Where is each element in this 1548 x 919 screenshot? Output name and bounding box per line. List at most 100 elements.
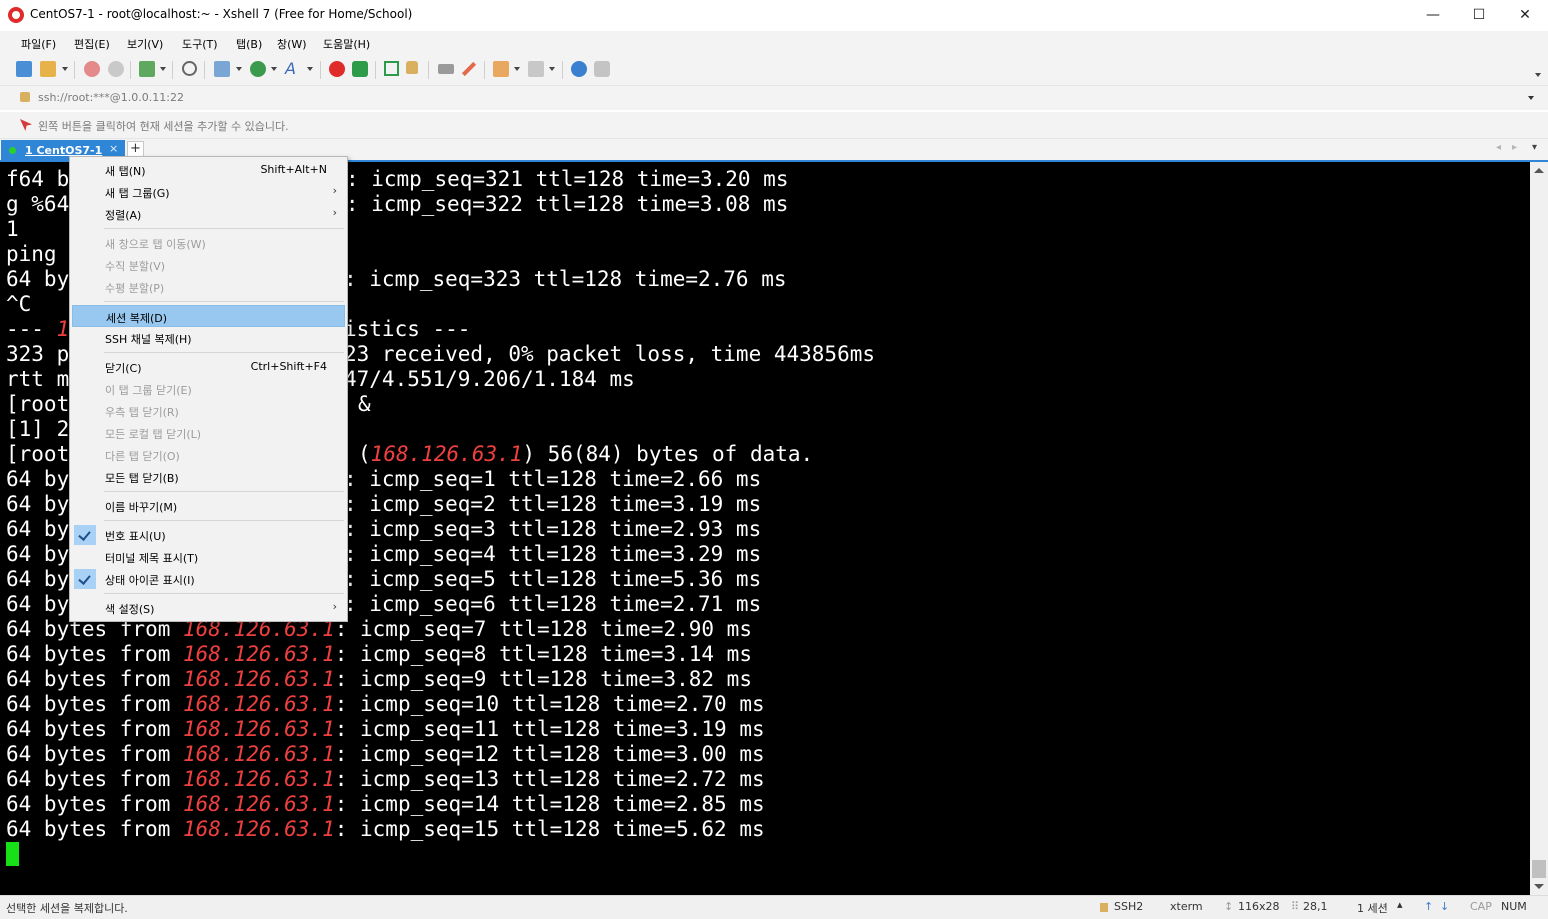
terminal-line-fragment: : icmp_seq=3 ttl=128 time=2.93 ms [344, 517, 761, 542]
properties-icon[interactable] [139, 61, 155, 77]
terminal-line: 64 bytes from 168.126.63.1: icmp_seq=13 … [6, 767, 765, 792]
layout-dropdown-icon[interactable] [236, 67, 242, 71]
disconnect-icon[interactable] [108, 61, 124, 77]
pen-icon[interactable] [461, 61, 477, 77]
find-icon[interactable] [182, 61, 197, 76]
context-menu-item[interactable]: 새 탭(N) Shift+Alt+N [72, 159, 345, 181]
context-menu-item: 수직 분할(V) [72, 254, 345, 276]
terminal-line: 64 by [6, 592, 69, 617]
context-menu-item[interactable]: 새 탭 그룹(G) › [72, 181, 345, 203]
fullscreen-icon[interactable] [384, 61, 399, 76]
font-dropdown-icon[interactable] [307, 67, 313, 71]
terminal-line-fragment: 3.1: icmp_seq=322 ttl=128 time=3.08 ms [308, 192, 788, 217]
keyboard-icon[interactable] [438, 64, 454, 74]
lock-icon[interactable] [406, 61, 418, 74]
sessions-up-icon[interactable]: ▴ [1397, 898, 1403, 911]
xftp-icon[interactable] [352, 61, 368, 77]
minimize-button[interactable]: — [1410, 0, 1456, 31]
context-menu-shortcut: Shift+Alt+N [260, 163, 327, 176]
context-menu-item: 우측 탭 닫기(R) [72, 400, 345, 422]
menu-tab[interactable]: 탭(B) [236, 36, 262, 52]
context-menu-item-label: 모든 탭 닫기(B) [105, 472, 179, 485]
context-menu-item[interactable]: 닫기(C) Ctrl+Shift+F4 [72, 356, 345, 378]
layout-icon[interactable] [214, 61, 230, 77]
new-session-icon[interactable] [16, 61, 32, 77]
menu-view[interactable]: 보기(V) [127, 36, 163, 52]
help-icon[interactable] [571, 61, 587, 77]
terminal-line: 64 by [6, 542, 69, 567]
context-menu-item[interactable]: 세션 복제(D) [72, 305, 345, 327]
context-menu-item-label: 닫기(C) [105, 362, 142, 375]
terminal-text: : icmp_seq=10 ttl=128 time=2.70 ms [334, 692, 765, 716]
toolbar-overflow-icon[interactable] [1535, 73, 1541, 77]
context-menu-item[interactable]: 상태 아이콘 표시(I) [72, 568, 345, 590]
terminal-text: : icmp_seq=322 ttl=128 time=3.08 ms [345, 192, 789, 216]
properties-dropdown-icon[interactable] [160, 67, 166, 71]
session-add-icon[interactable] [20, 119, 32, 131]
tab-scroll-left-icon[interactable]: ◂ [1496, 142, 1501, 153]
terminal-line: 64 by [6, 267, 69, 292]
menu-file[interactable]: 파일(F) [21, 36, 56, 52]
toolbar-separator [130, 61, 131, 79]
connect-icon[interactable] [84, 61, 100, 77]
close-window-button[interactable]: ✕ [1502, 0, 1548, 31]
toolbar-separator [172, 61, 173, 79]
context-menu-shortcut: Ctrl+Shift+F4 [250, 360, 327, 373]
context-menu-item[interactable]: SSH 채널 복제(H) [72, 327, 345, 349]
terminal-ip: 168.126.63.1 [183, 742, 335, 766]
context-menu-item[interactable]: 번호 표시(U) [72, 524, 345, 546]
terminal-line: f64 b [6, 167, 69, 192]
context-menu-item[interactable]: 정렬(A) › [72, 203, 345, 225]
terminal-text: f64 b [6, 167, 70, 191]
cursor-pos-icon: ⠿ [1291, 900, 1300, 913]
context-menu-item[interactable]: 터미널 제목 표시(T) [72, 546, 345, 568]
tab-list-icon[interactable]: ▾ [1532, 142, 1537, 153]
terminal-text: rtt m [6, 367, 70, 391]
title-bar: CentOS7-1 - root@localhost:~ - Xshell 7 … [0, 0, 1548, 32]
vertical-scrollbar[interactable] [1530, 162, 1548, 895]
transfer-dropdown-icon[interactable] [514, 67, 520, 71]
terminal-line: 64 by [6, 492, 69, 517]
context-menu-item[interactable]: 모든 탭 닫기(B) [72, 466, 345, 488]
terminal-line: 64 bytes from 168.126.63.1: icmp_seq=15 … [6, 817, 765, 842]
xshell-icon[interactable] [329, 61, 345, 77]
toolbar-separator [74, 61, 75, 79]
terminal-ip: 168.126.63.1 [183, 642, 335, 666]
grid-dropdown-icon[interactable] [549, 67, 555, 71]
maximize-button[interactable]: ☐ [1456, 0, 1502, 31]
context-menu-item-label: 새 탭(N) [105, 165, 146, 178]
context-menu-item: 다른 탭 닫기(O) [72, 444, 345, 466]
grid-icon[interactable] [528, 61, 544, 77]
toolbar-separator [562, 61, 563, 79]
status-caps: CAP [1470, 900, 1492, 913]
menu-tools[interactable]: 도구(T) [182, 36, 218, 52]
tab-scroll-right-icon[interactable]: ▸ [1512, 142, 1517, 153]
toolbar-separator [484, 61, 485, 79]
address-field[interactable]: ssh://root:***@1.0.0.11:22 [12, 87, 1542, 109]
terminal-text: 64 by [6, 517, 70, 541]
globe-dropdown-icon[interactable] [271, 67, 277, 71]
menu-edit[interactable]: 편집(E) [74, 36, 110, 52]
scroll-up-icon[interactable] [1534, 168, 1544, 173]
context-menu-item[interactable]: 이름 바꾸기(M) [72, 495, 345, 517]
status-dot-icon [9, 147, 16, 154]
context-menu-item[interactable]: 색 설정(S) › [72, 597, 345, 619]
terminal-text: 23 received, 0% packet loss, time 443856… [344, 342, 876, 366]
status-num: NUM [1501, 900, 1527, 913]
menu-window[interactable]: 창(W) [277, 36, 307, 52]
terminal-line: [root [6, 392, 69, 417]
menu-help[interactable]: 도움말(H) [323, 36, 370, 52]
address-dropdown-icon[interactable] [1528, 96, 1534, 100]
transfer-icon[interactable] [493, 61, 509, 77]
context-menu-item-label: 모든 로컬 탭 닫기(L) [105, 428, 202, 441]
tab-close-icon[interactable]: × [109, 142, 118, 155]
open-dropdown-icon[interactable] [62, 67, 68, 71]
terminal-text: 64 by [6, 567, 70, 591]
font-icon[interactable]: A [285, 61, 301, 77]
open-folder-icon[interactable] [40, 61, 56, 77]
scroll-down-icon[interactable] [1534, 884, 1544, 889]
scroll-thumb[interactable] [1532, 860, 1546, 878]
terminal-text: ping [6, 242, 70, 266]
globe-icon[interactable] [250, 61, 266, 77]
chat-icon[interactable] [594, 61, 610, 77]
